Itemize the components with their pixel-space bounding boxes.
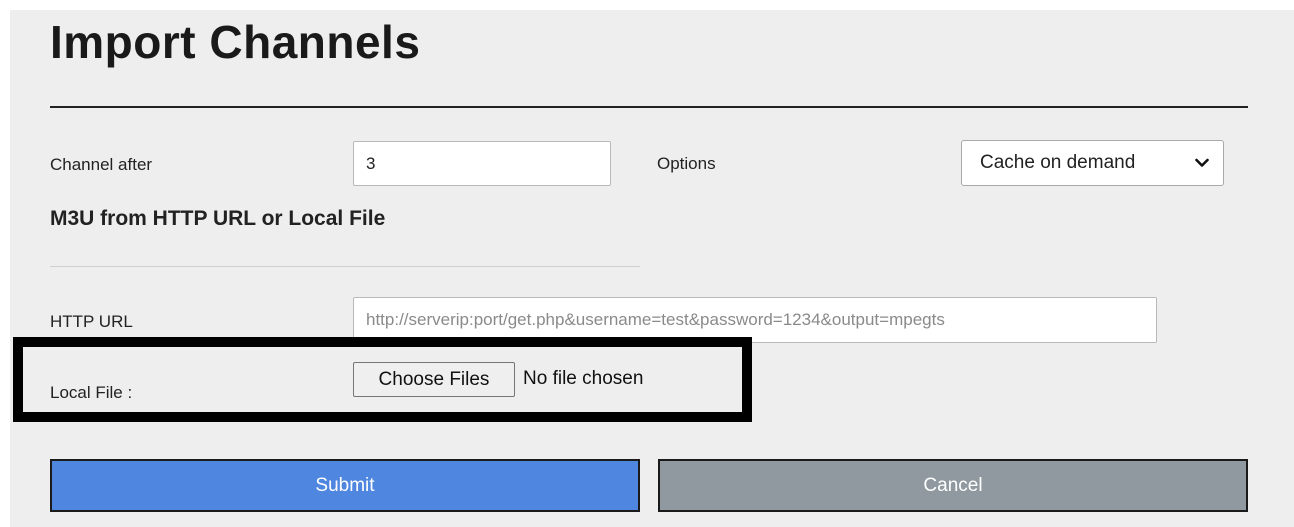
file-status-text: No file chosen: [523, 368, 644, 389]
options-select[interactable]: Cache on demand: [961, 140, 1224, 186]
channel-after-input[interactable]: [353, 141, 611, 186]
section-divider: [50, 266, 640, 267]
submit-button[interactable]: Submit: [50, 459, 640, 512]
http-url-label: HTTP URL: [50, 312, 133, 331]
page-title: Import Channels: [50, 16, 421, 68]
options-selected-value: Cache on demand: [980, 152, 1136, 173]
chevron-down-icon: [1193, 157, 1211, 169]
choose-files-button[interactable]: Choose Files: [353, 362, 515, 397]
cancel-button[interactable]: Cancel: [658, 459, 1248, 512]
m3u-section-title: M3U from HTTP URL or Local File: [50, 207, 386, 230]
channel-after-label: Channel after: [50, 155, 153, 174]
local-file-label: Local File :: [50, 383, 133, 402]
options-label: Options: [657, 154, 716, 173]
import-panel: [10, 10, 1294, 527]
title-divider: [50, 106, 1248, 108]
